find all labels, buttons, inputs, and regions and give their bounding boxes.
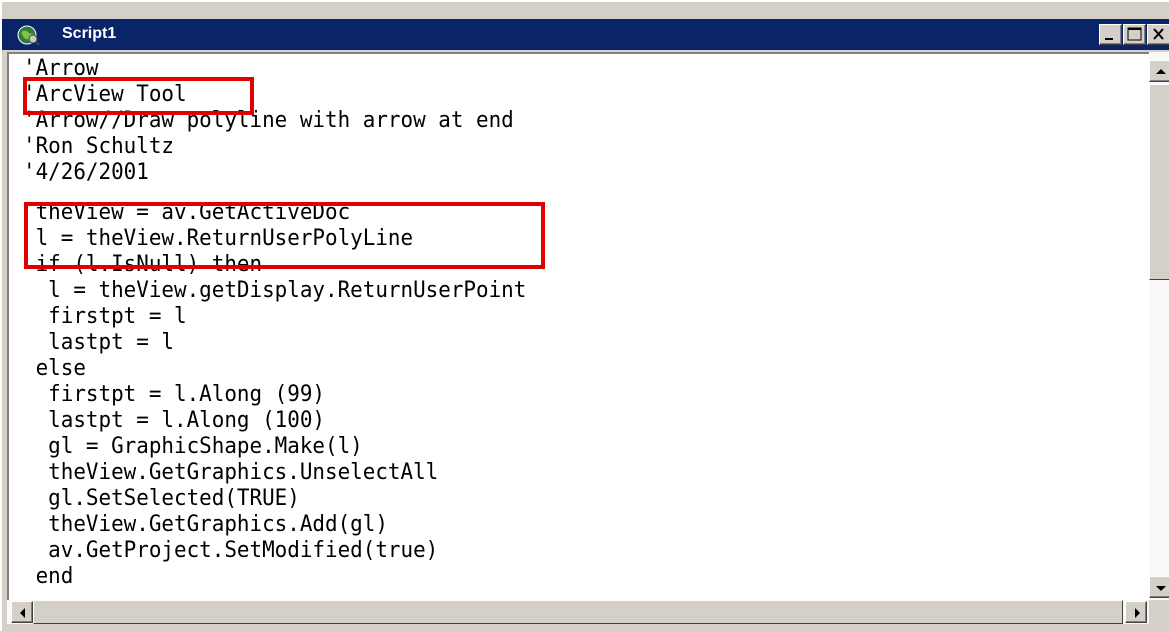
close-icon	[1153, 28, 1164, 40]
code-line[interactable]: 'ArcView Tool	[23, 82, 526, 108]
code-line[interactable]: theView.GetGraphics.UnselectAll	[23, 460, 526, 486]
code-lines: 'Arrow 'ArcView Tool 'Arrow//Draw polyli…	[23, 56, 553, 590]
code-line[interactable]: theView.GetGraphics.Add(gl)	[23, 512, 526, 538]
maximize-button[interactable]	[1123, 24, 1146, 45]
code-line[interactable]: 'Arrow//Draw polyline with arrow at end	[23, 108, 526, 134]
code-line[interactable]: 'Ron Schultz	[23, 134, 526, 160]
code-line[interactable]: lastpt = l.Along (100)	[23, 408, 526, 434]
minimize-button[interactable]	[1099, 24, 1122, 45]
script-window: Script1 'Arrow 'ArcView Tool 'Arrow//Dra…	[0, 0, 1169, 631]
scroll-right-button[interactable]	[1125, 601, 1147, 623]
title-bar[interactable]: Script1	[2, 19, 1169, 50]
arrow-up-icon	[1156, 69, 1166, 74]
code-line[interactable]: firstpt = l.Along (99)	[23, 382, 526, 408]
maximize-icon	[1127, 27, 1142, 41]
code-line[interactable]: theView = av.GetActiveDoc	[23, 200, 526, 226]
arrow-right-icon	[1135, 608, 1140, 618]
code-line[interactable]: gl.SetSelected(TRUE)	[23, 486, 526, 512]
arrow-left-icon	[20, 608, 25, 618]
code-line[interactable]: '4/26/2001	[23, 160, 526, 186]
code-line[interactable]: gl = GraphicShape.Make(l)	[23, 434, 526, 460]
code-line[interactable]: if (l.IsNull) then	[23, 252, 526, 278]
code-line-blank[interactable]	[23, 186, 526, 200]
minimize-icon	[1105, 38, 1113, 40]
scroll-up-button[interactable]	[1149, 60, 1169, 82]
code-line[interactable]: firstpt = l	[23, 304, 526, 330]
code-line[interactable]: 'Arrow	[23, 56, 526, 82]
code-line[interactable]: l = theView.getDisplay.ReturnUserPoint	[23, 278, 526, 304]
code-line[interactable]: l = theView.ReturnUserPolyLine	[23, 226, 526, 252]
code-line[interactable]: else	[23, 356, 526, 382]
scroll-down-button[interactable]	[1149, 576, 1169, 598]
horizontal-scroll-thumb[interactable]	[33, 600, 1123, 624]
code-line[interactable]: end	[23, 564, 526, 590]
vertical-scrollbar[interactable]	[1149, 52, 1169, 600]
vertical-scroll-thumb[interactable]	[1149, 84, 1169, 280]
script-editor[interactable]: 'Arrow 'ArcView Tool 'Arrow//Draw polyli…	[7, 52, 1149, 600]
scrollbar-corner	[1149, 600, 1169, 624]
code-line[interactable]: av.GetProject.SetModified(true)	[23, 538, 526, 564]
arcview-globe-icon[interactable]	[16, 23, 40, 47]
window-title: Script1	[62, 25, 117, 42]
code-line[interactable]: lastpt = l	[23, 330, 526, 356]
arrow-down-icon	[1156, 586, 1166, 591]
close-button[interactable]	[1147, 24, 1169, 45]
scroll-left-button[interactable]	[11, 601, 33, 623]
horizontal-scrollbar[interactable]	[7, 600, 1149, 624]
